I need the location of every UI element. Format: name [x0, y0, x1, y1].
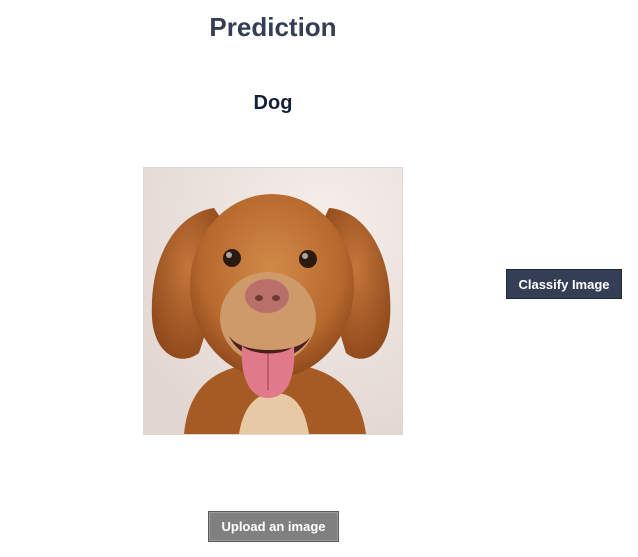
page-title: Prediction — [209, 12, 337, 42]
prediction-page: Prediction Dog Classify Image Upload an … — [0, 0, 638, 557]
uploaded-image — [143, 167, 403, 435]
prediction-result: Dog — [253, 92, 293, 114]
dog-photo-icon — [144, 168, 402, 434]
classify-image-button[interactable]: Classify Image — [506, 269, 622, 299]
upload-image-button[interactable]: Upload an image — [208, 511, 339, 542]
